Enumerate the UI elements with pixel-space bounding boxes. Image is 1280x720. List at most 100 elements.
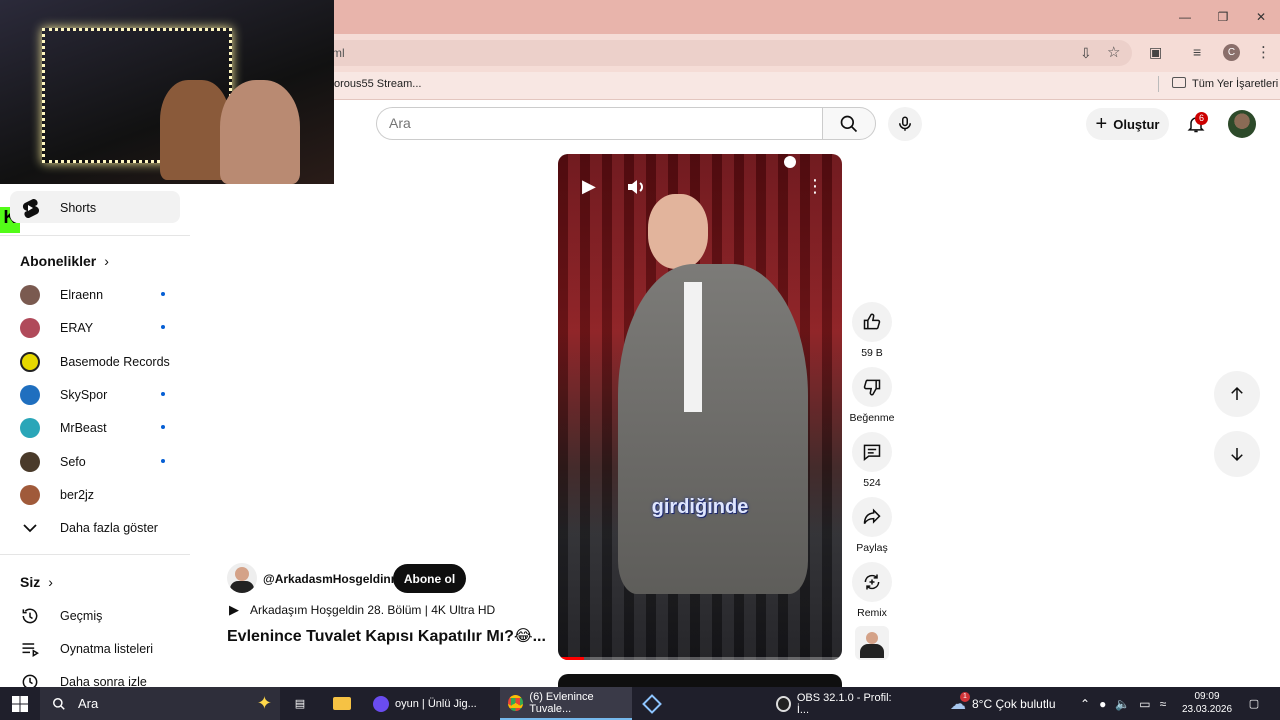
you-heading[interactable]: Siz › xyxy=(20,574,53,590)
video-title: Evlenince Tuvalet Kapısı Kapatılır Mı?😂.… xyxy=(227,628,545,645)
thumbs-down-icon xyxy=(863,379,881,396)
microphone-icon: ● xyxy=(1099,696,1107,711)
webcam-overlay xyxy=(0,0,334,184)
search-button[interactable] xyxy=(822,107,876,140)
sidebar-channel-skyspor[interactable]: SkySpor xyxy=(0,378,190,411)
shorts-video-player[interactable]: ▶ ⋮ girdiğinde xyxy=(558,154,842,660)
performer-head xyxy=(648,194,708,269)
person-face xyxy=(220,80,300,184)
menu-icon[interactable]: ⋮ xyxy=(1256,43,1271,61)
search-input[interactable] xyxy=(389,115,789,131)
previous-short-button[interactable] xyxy=(1214,371,1260,417)
performer-body xyxy=(618,264,808,594)
playlist-title[interactable]: Arkadaşım Hoşgeldin 28. Bölüm | 4K Ultra… xyxy=(250,603,495,617)
sidebar-channel-ber2jz[interactable]: ber2jz xyxy=(0,478,190,511)
play-icon[interactable]: ▶ xyxy=(582,176,596,197)
all-bookmarks-link[interactable]: Tüm Yer İşaretleri xyxy=(1192,78,1278,90)
bookmarks-divider xyxy=(1158,76,1159,92)
task-view-icon[interactable]: ▤ xyxy=(288,687,312,720)
show-more-button[interactable]: Daha fazla göster xyxy=(0,511,190,544)
you-title: Siz xyxy=(20,574,41,590)
bookmark-star-icon[interactable]: ☆ xyxy=(1107,43,1120,61)
taskbar-search[interactable]: Ara ✦ xyxy=(40,687,280,720)
notifications-button[interactable] xyxy=(1180,108,1212,140)
weather-widget[interactable]: ☁ 8°C Çok bulutlu xyxy=(950,687,1070,720)
channel-avatar xyxy=(20,384,40,405)
taskbar-app-chrome[interactable]: (6) Evlenince Tuvale... xyxy=(500,687,632,720)
speaker-icon: 🔈 xyxy=(1115,696,1131,711)
audio-source-thumbnail[interactable] xyxy=(855,626,889,660)
create-button[interactable]: + Oluştur xyxy=(1086,108,1169,140)
taskbar-app-label: OBS 32.1.0 - Profil: İ... xyxy=(796,691,892,716)
sidebar-channel-eray[interactable]: ERAY xyxy=(0,311,190,344)
sidebar-channel-sefo[interactable]: Sefo xyxy=(0,445,190,478)
channel-avatar xyxy=(20,451,40,472)
new-content-dot xyxy=(161,425,165,429)
like-button[interactable] xyxy=(852,302,892,342)
subscriptions-heading[interactable]: Abonelikler › xyxy=(20,253,109,269)
media-controls-icon[interactable]: ≡ xyxy=(1193,44,1201,60)
app-pinned-icon[interactable] xyxy=(640,687,664,720)
profile-avatar[interactable]: C xyxy=(1223,44,1240,61)
share-button[interactable] xyxy=(852,497,892,537)
remix-label: Remix xyxy=(857,607,887,619)
channel-avatar[interactable] xyxy=(227,563,257,593)
channel-avatar xyxy=(20,417,40,438)
bookmark-item[interactable]: orous55 Stream... xyxy=(334,78,421,90)
sidebar-item-label: Oynatma listeleri xyxy=(60,641,154,656)
weather-badge: 1 xyxy=(960,692,970,702)
install-icon[interactable]: ⇩ xyxy=(1080,45,1092,62)
sidebar-channel-basemode[interactable]: Basemode Records xyxy=(0,345,190,378)
volume-icon[interactable] xyxy=(626,178,646,201)
taskbar-app-label: oyun | Ünlü Jig... xyxy=(395,697,477,710)
sidebar-item-shorts[interactable]: Shorts xyxy=(0,191,190,224)
channel-handle[interactable]: @ArkadasmHosgeldinn xyxy=(263,572,398,586)
sidebar-item-label: Geçmiş xyxy=(60,608,103,623)
sidebar-item-history[interactable]: Geçmiş xyxy=(0,599,190,632)
taskbar-app-obs[interactable]: OBS 32.1.0 - Profil: İ... xyxy=(768,687,896,720)
display-icon: ▭ xyxy=(1139,696,1151,711)
obs-icon xyxy=(776,695,791,712)
address-bar[interactable] xyxy=(320,40,1132,66)
file-explorer-icon[interactable] xyxy=(330,687,354,720)
more-options-icon[interactable]: ⋮ xyxy=(806,176,824,197)
arrow-up-icon xyxy=(1231,386,1243,400)
create-label: Oluştur xyxy=(1113,116,1160,132)
chrome-icon xyxy=(508,694,524,711)
search-box[interactable] xyxy=(376,107,823,140)
minimize-button[interactable]: — xyxy=(1166,0,1204,34)
voice-search-button[interactable] xyxy=(888,107,922,141)
sidebar-channel-elraenn[interactable]: Elraenn xyxy=(0,278,190,311)
channel-name: Elraenn xyxy=(60,287,104,302)
show-more-label: Daha fazla göster xyxy=(60,520,158,535)
notification-center-icon[interactable]: ▢ xyxy=(1242,687,1266,720)
dislike-button[interactable] xyxy=(852,367,892,407)
chevron-down-icon xyxy=(20,518,40,538)
remix-button[interactable] xyxy=(852,562,892,602)
sidebar-channel-mrbeast[interactable]: MrBeast xyxy=(0,411,190,444)
system-tray[interactable]: ⌃ ● 🔈 ▭ ≈ xyxy=(1080,687,1180,720)
comments-button[interactable] xyxy=(852,432,892,472)
maximize-button[interactable]: ❐ xyxy=(1204,0,1242,34)
search-icon xyxy=(840,115,858,132)
channel-name: MrBeast xyxy=(60,420,107,435)
subscribe-button[interactable]: Abone ol xyxy=(393,564,466,593)
channel-name: ERAY xyxy=(60,320,94,335)
start-button[interactable] xyxy=(0,687,40,720)
close-button[interactable]: ✕ xyxy=(1242,0,1280,34)
pip-indicator-icon xyxy=(784,156,796,168)
clock[interactable]: 09:09 23.03.2026 xyxy=(1180,690,1234,716)
shorts-icon xyxy=(20,198,40,218)
subscriptions-title: Abonelikler xyxy=(20,253,97,269)
sidebar-item-playlists[interactable]: Oynatma listeleri xyxy=(0,632,190,665)
progress-bar[interactable] xyxy=(558,657,842,660)
video-caption: girdiğinde xyxy=(651,496,749,518)
plus-icon: + xyxy=(1095,113,1108,135)
next-short-button[interactable] xyxy=(1214,431,1260,477)
taskbar-app-game[interactable]: oyun | Ünlü Jig... xyxy=(365,687,495,720)
chevron-up-icon: ⌃ xyxy=(1080,696,1091,711)
comment-count: 524 xyxy=(863,477,881,489)
extensions-icon[interactable]: ▣ xyxy=(1149,44,1162,61)
app-icon xyxy=(373,695,389,712)
user-avatar[interactable] xyxy=(1228,110,1256,138)
